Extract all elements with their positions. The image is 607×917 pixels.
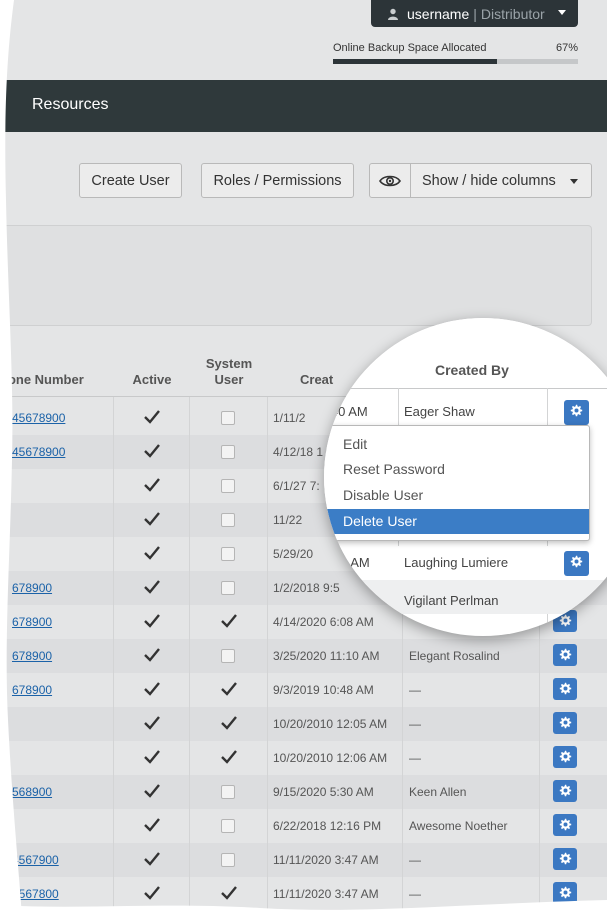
app-screen: username | Distributor Online Backup Spa… bbox=[0, 0, 607, 917]
torn-edge-frame bbox=[0, 0, 607, 917]
